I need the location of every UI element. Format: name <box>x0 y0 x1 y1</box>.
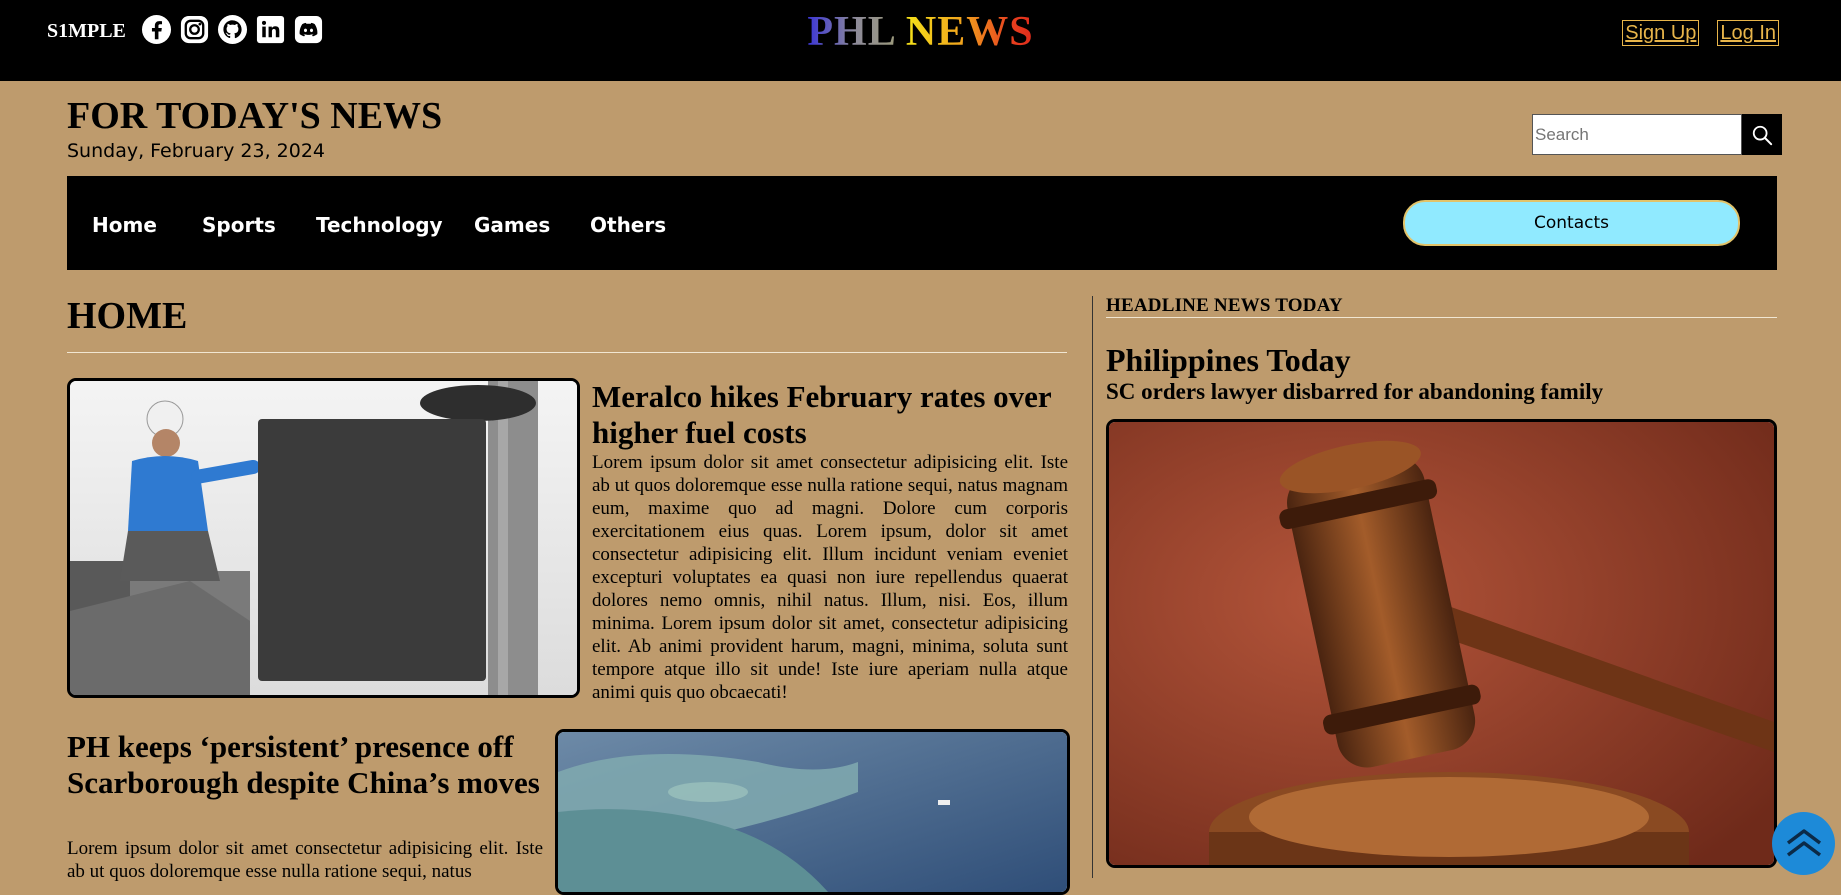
signup-button[interactable]: Sign Up <box>1622 20 1700 46</box>
nav-games[interactable]: Games <box>474 213 550 237</box>
linkedin-icon[interactable] <box>255 14 286 45</box>
article-title-meralco[interactable]: Meralco hikes February rates over higher… <box>592 379 1068 451</box>
scroll-top-button[interactable] <box>1772 812 1835 875</box>
social-links <box>141 14 324 45</box>
nav-technology[interactable]: Technology <box>316 213 443 237</box>
article-body-meralco: Lorem ipsum dolor sit amet consectetur a… <box>592 452 1068 703</box>
login-button[interactable]: Log In <box>1717 20 1779 46</box>
page-date: Sunday, February 23, 2024 <box>67 140 326 162</box>
article-image-meralco[interactable] <box>67 378 580 698</box>
section-divider <box>67 352 1067 353</box>
search-button[interactable] <box>1742 114 1782 155</box>
facebook-icon[interactable] <box>141 14 172 45</box>
nav-others[interactable]: Others <box>590 213 666 237</box>
logo-phl[interactable]: PHL <box>807 9 894 55</box>
nav-home[interactable]: Home <box>92 213 157 237</box>
logo-news[interactable]: NEWS <box>906 9 1034 55</box>
discord-icon[interactable] <box>293 14 324 45</box>
search-bar <box>1532 114 1782 155</box>
contacts-button[interactable]: Contacts <box>1403 200 1740 246</box>
article-title-scarborough[interactable]: PH keeps ‘persistent’ presence off Scarb… <box>67 729 543 801</box>
search-icon <box>1752 125 1773 145</box>
instagram-icon[interactable] <box>179 14 210 45</box>
sidebar-divider <box>1106 317 1777 318</box>
sidebar-subtitle: Philippines Today <box>1106 342 1351 378</box>
column-divider <box>1092 296 1093 878</box>
meralco-photo <box>70 381 577 695</box>
nav-sports[interactable]: Sports <box>202 213 276 237</box>
headline-label: HEADLINE NEWS TODAY <box>1106 295 1343 316</box>
page-heading: FOR TODAY'S NEWS <box>67 95 443 137</box>
github-icon[interactable] <box>217 14 248 45</box>
section-title: HOME <box>67 295 188 337</box>
reef-photo <box>558 732 1067 892</box>
search-input[interactable] <box>1532 114 1742 155</box>
double-chevron-up-icon <box>1786 828 1821 856</box>
auth-links: Sign Up Log In <box>1622 20 1779 46</box>
top-bar: S1MPLE PHL NEWS Sign Up Log In <box>0 0 1841 81</box>
headline-image-gavel[interactable] <box>1106 419 1777 868</box>
article-body-scarborough: Lorem ipsum dolor sit amet consectetur a… <box>67 838 543 882</box>
gavel-photo <box>1109 422 1774 865</box>
article-image-scarborough[interactable] <box>555 729 1070 895</box>
main-nav: Home Sports Technology Games Others Cont… <box>67 176 1777 270</box>
brand-name[interactable]: S1MPLE <box>47 20 126 43</box>
sidebar-headline[interactable]: SC orders lawyer disbarred for abandonin… <box>1106 379 1603 405</box>
